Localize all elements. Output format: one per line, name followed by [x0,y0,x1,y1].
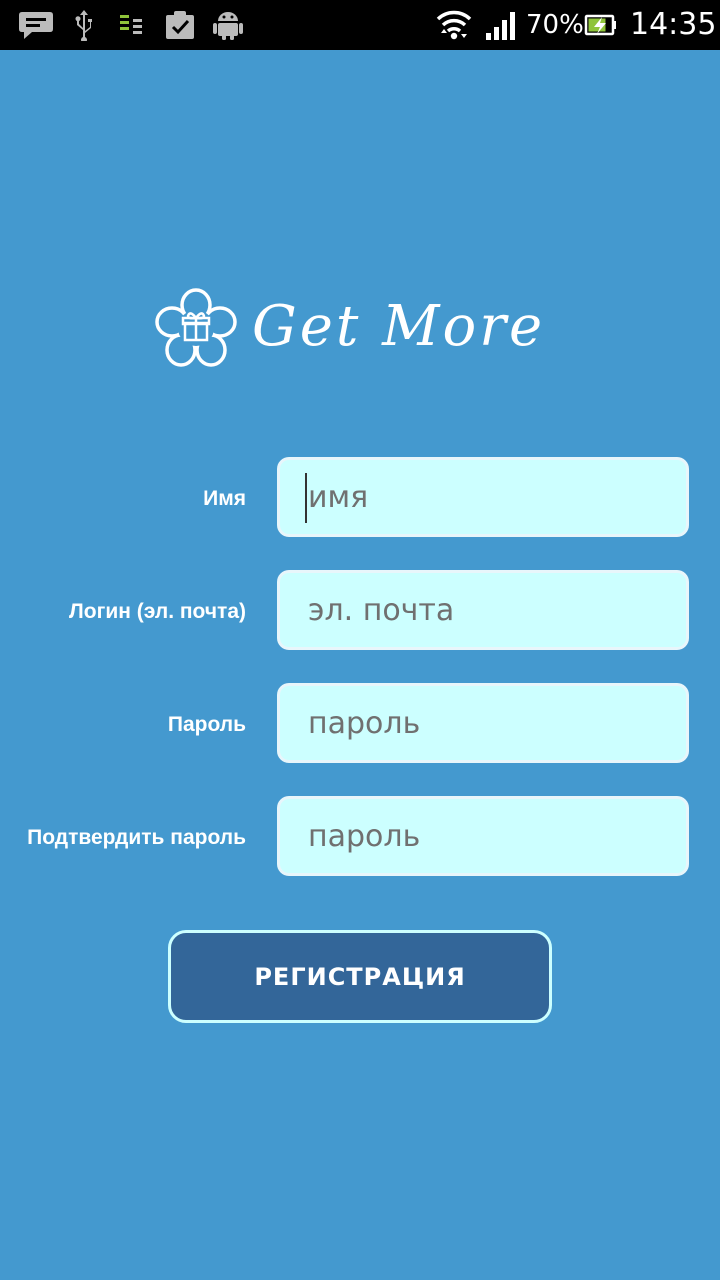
confirm-password-input[interactable] [277,796,689,876]
battery-charging-icon [584,14,616,36]
text-cursor [305,473,307,523]
data-sync-icon [120,15,142,34]
app-logo-text: Get More [252,294,546,359]
app-logo: Get More [154,284,574,370]
message-icon [19,12,53,39]
android-debug-icon [213,12,243,40]
login-label: Логин (эл. почта) [69,600,246,623]
register-button[interactable]: РЕГИСТРАЦИЯ [168,930,552,1023]
signal-icon [486,12,515,40]
clipboard-check-icon [166,11,194,39]
battery-percent: 70% [526,10,584,40]
password-label: Пароль [167,713,246,736]
password-input[interactable] [277,683,689,763]
wifi-icon [436,10,472,40]
confirm-password-label: Подтвердить пароль [27,826,246,849]
name-label: Имя [203,487,246,510]
usb-icon [75,10,92,41]
status-bar: 70% 14:35 [0,0,720,50]
clock: 14:35 [630,7,717,42]
name-input[interactable] [277,457,689,537]
flower-gift-icon [155,288,237,367]
email-input[interactable] [277,570,689,650]
